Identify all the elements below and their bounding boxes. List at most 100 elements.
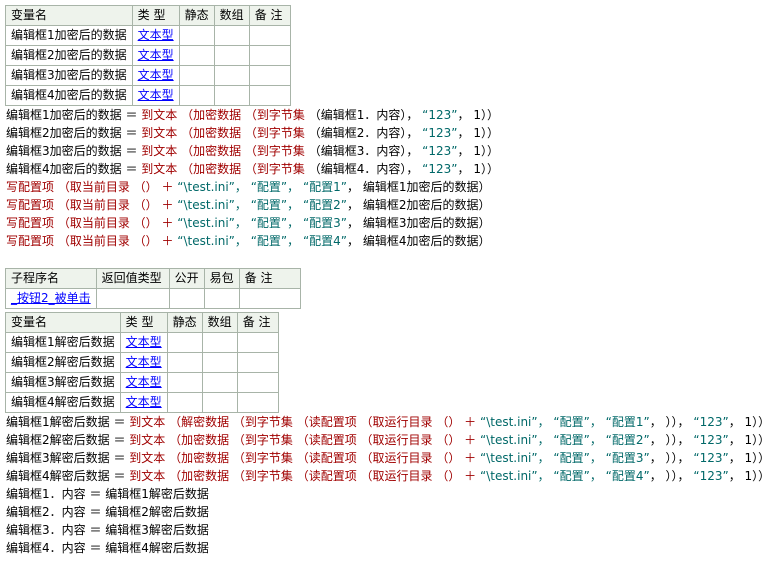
column-header: 变量名 [5,5,133,26]
subroutine-table: 子程序名 返回值类型 公开 易包 备 注 _按钮2_被单击 [5,268,301,309]
column-header: 类 型 [119,312,168,333]
code-text-token: ， 1）） [457,126,499,140]
code-text-token: ， 1）） [457,144,499,158]
static-cell[interactable] [178,85,215,106]
variable-name-cell[interactable]: 编辑框3解密后数据 [5,372,121,393]
static-cell[interactable] [166,392,203,413]
variable-name-cell[interactable]: 编辑框1加密后的数据 [5,25,133,46]
variable-type-link[interactable]: 文本型 [119,352,168,373]
variable-type-link[interactable]: 文本型 [131,85,180,106]
static-cell[interactable] [178,65,215,86]
static-cell[interactable] [178,45,215,66]
code-line[interactable]: 编辑框1加密后的数据 ＝ 到文本 （加密数据 （到字节集 （编辑框1．内容）， … [6,106,780,124]
note-cell[interactable] [248,45,291,66]
code-text-token: ， ））， [649,415,694,429]
code-text-token: ， 编辑框3加密后的数据） [347,216,491,230]
code-line[interactable]: 写配置项 （取当前目录 （） ＋ “\test.ini”， “配置”， “配置3… [6,214,780,232]
code-line[interactable]: 编辑框2．内容 ＝ 编辑框2解密后数据 [6,503,780,521]
table-row[interactable]: 编辑框4解密后数据 文本型 [5,392,279,413]
code-line[interactable]: 编辑框4解密后数据 ＝ 到文本 （加密数据 （到字节集 （读配置项 （取运行目录… [6,467,780,485]
code-text-token: 编辑框1解密后数据 ＝ [6,415,130,429]
code-text-token: ， 编辑框4加密后的数据） [347,234,491,248]
note-cell[interactable] [248,25,291,46]
variable-name-cell[interactable]: 编辑框4解密后数据 [5,392,121,413]
code-string-token: “123” [422,144,458,158]
code-text-token: （编辑框1．内容）， [308,108,423,122]
code-line[interactable]: 写配置项 （取当前目录 （） ＋ “\test.ini”， “配置”， “配置1… [6,178,780,196]
note-cell[interactable] [236,392,279,413]
variable-type-link[interactable]: 文本型 [119,372,168,393]
code-line[interactable]: 编辑框1．内容 ＝ 编辑框1解密后数据 [6,485,780,503]
code-text-token: 编辑框1．内容 ＝ 编辑框1解密后数据 [6,487,209,501]
code-line[interactable]: 编辑框3解密后数据 ＝ 到文本 （加密数据 （到字节集 （读配置项 （取运行目录… [6,449,780,467]
code-string-token: “\test.ini”， “配置”， “配置3” [177,216,348,230]
code-text-token: （编辑框3．内容）， [308,144,423,158]
code-line[interactable]: 编辑框3．内容 ＝ 编辑框3解密后数据 [6,521,780,539]
code-text-token: ， 编辑框2加密后的数据） [347,198,491,212]
static-cell[interactable] [166,332,203,353]
table-row[interactable]: 编辑框3解密后数据 文本型 [5,372,279,393]
code-line[interactable]: 编辑框4．内容 ＝ 编辑框4解密后数据 [6,539,780,557]
code-string-token: “\test.ini”， “配置”， “配置2” [479,433,650,447]
array-cell[interactable] [213,25,250,46]
array-cell[interactable] [201,372,238,393]
code-string-token: “\test.ini”， “配置”， “配置1” [479,415,650,429]
public-cell[interactable] [168,288,205,309]
array-cell[interactable] [213,85,250,106]
code-text-token: 编辑框2加密后的数据 ＝ [6,126,142,140]
epack-cell[interactable] [203,288,240,309]
table-row[interactable]: 编辑框3加密后的数据 文本型 [5,65,291,86]
variable-name-cell[interactable]: 编辑框4加密后的数据 [5,85,133,106]
static-cell[interactable] [166,352,203,373]
variable-name-cell[interactable]: 编辑框2加密后的数据 [5,45,133,66]
table-row[interactable]: 编辑框4加密后的数据 文本型 [5,85,291,106]
variable-table-1: 变量名 类 型 静态 数组 备 注 编辑框1加密后的数据 文本型 编辑框2加密后… [5,5,291,106]
code-line[interactable]: 编辑框3加密后的数据 ＝ 到文本 （加密数据 （到字节集 （编辑框3．内容）， … [6,142,780,160]
variable-name-cell[interactable]: 编辑框2解密后数据 [5,352,121,373]
code-line[interactable]: 写配置项 （取当前目录 （） ＋ “\test.ini”， “配置”， “配置2… [6,196,780,214]
array-cell[interactable] [213,65,250,86]
code-block-decrypt[interactable]: 编辑框1解密后数据 ＝ 到文本 （解密数据 （到字节集 （读配置项 （取运行目录… [6,413,780,557]
variable-type-link[interactable]: 文本型 [119,392,168,413]
variable-name-cell[interactable]: 编辑框3加密后的数据 [5,65,133,86]
code-line[interactable]: 编辑框2解密后数据 ＝ 到文本 （加密数据 （到字节集 （读配置项 （取运行目录… [6,431,780,449]
variable-type-link[interactable]: 文本型 [131,65,180,86]
subroutine-name-link[interactable]: _按钮2_被单击 [5,288,97,309]
return-type-cell[interactable] [95,288,170,309]
variable-name-cell[interactable]: 编辑框1解密后数据 [5,332,121,353]
array-cell[interactable] [213,45,250,66]
variable-type-link[interactable]: 文本型 [119,332,168,353]
note-cell[interactable] [236,332,279,353]
variable-type-link[interactable]: 文本型 [131,45,180,66]
table-row[interactable]: 编辑框2解密后数据 文本型 [5,352,279,373]
array-cell[interactable] [201,392,238,413]
variable-type-link[interactable]: 文本型 [131,25,180,46]
code-text-token: 编辑框4解密后数据 ＝ [6,469,130,483]
table-header-row: 变量名 类 型 静态 数组 备 注 [5,5,291,26]
code-line[interactable]: 编辑框4加密后的数据 ＝ 到文本 （加密数据 （到字节集 （编辑框4．内容）， … [6,160,780,178]
code-block-encrypt[interactable]: 编辑框1加密后的数据 ＝ 到文本 （加密数据 （到字节集 （编辑框1．内容）， … [6,106,780,250]
code-string-token: “123” [422,126,458,140]
table-row[interactable]: _按钮2_被单击 [5,288,301,309]
code-line[interactable]: 编辑框2加密后的数据 ＝ 到文本 （加密数据 （到字节集 （编辑框2．内容）， … [6,124,780,142]
table-row[interactable]: 编辑框1加密后的数据 文本型 [5,25,291,46]
note-cell[interactable] [248,85,291,106]
array-cell[interactable] [201,352,238,373]
column-header: 变量名 [5,312,121,333]
code-string-token: “\test.ini”， “配置”， “配置4” [479,469,650,483]
code-command-token: 到文本 （加密数据 （到字节集 （读配置项 （取运行目录 （） ＋ [129,433,480,447]
code-line[interactable]: 编辑框1解密后数据 ＝ 到文本 （解密数据 （到字节集 （读配置项 （取运行目录… [6,413,780,431]
static-cell[interactable] [178,25,215,46]
code-line[interactable]: 写配置项 （取当前目录 （） ＋ “\test.ini”， “配置”， “配置4… [6,232,780,250]
array-cell[interactable] [201,332,238,353]
table-row[interactable]: 编辑框1解密后数据 文本型 [5,332,279,353]
note-cell[interactable] [248,65,291,86]
code-text-token: ， 1）） [457,108,499,122]
note-cell[interactable] [236,352,279,373]
note-cell[interactable] [236,372,279,393]
code-text-token: （编辑框4．内容）， [308,162,423,176]
code-text-token: 编辑框3加密后的数据 ＝ [6,144,142,158]
table-row[interactable]: 编辑框2加密后的数据 文本型 [5,45,291,66]
static-cell[interactable] [166,372,203,393]
note-cell[interactable] [238,288,301,309]
